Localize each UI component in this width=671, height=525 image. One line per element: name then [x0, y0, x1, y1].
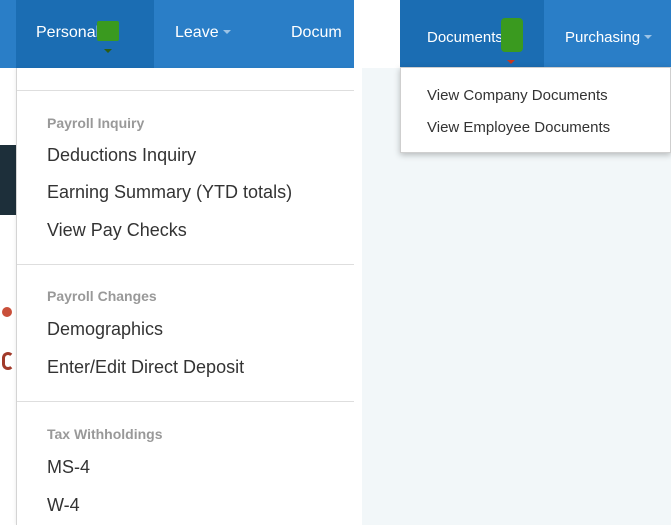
menu-item-enter-edit-direct-deposit[interactable]: Enter/Edit Direct Deposit — [47, 357, 244, 378]
nav-tab-label: Leave — [175, 24, 219, 41]
right-screenshot: Documents Purchasing View Company Docume… — [362, 0, 671, 525]
left-screenshot: Personal Leave Docum Payroll Inquiry Ded… — [0, 0, 354, 525]
nav-tab-label: Docum — [291, 24, 342, 41]
nav-tab-label: Personal — [36, 24, 100, 41]
nav-tab-documents[interactable]: Docum — [291, 0, 342, 68]
caret-down-icon — [644, 35, 653, 40]
menu-divider — [17, 401, 354, 402]
caret-down-icon — [222, 29, 231, 34]
menu-divider — [17, 90, 354, 91]
top-navbar: Personal Leave Docum — [0, 0, 354, 68]
menu-item-view-employee-documents[interactable]: View Employee Documents — [427, 119, 610, 136]
menu-item-deductions-inquiry[interactable]: Deductions Inquiry — [47, 145, 196, 166]
background-red-glyph — [2, 352, 14, 370]
menu-divider — [17, 264, 354, 265]
caret-down-icon — [506, 60, 515, 65]
nav-tab-purchasing[interactable]: Purchasing — [565, 0, 653, 67]
menu-item-view-company-documents[interactable]: View Company Documents — [427, 87, 608, 104]
menu-item-view-pay-checks[interactable]: View Pay Checks — [47, 220, 187, 241]
nav-tab-personal[interactable]: Personal — [16, 0, 154, 68]
menu-section-header-payroll-changes: Payroll Changes — [47, 288, 157, 304]
caret-down-icon — [104, 48, 113, 53]
green-highlight-marker — [500, 18, 523, 65]
menu-section-header-tax-withholdings: Tax Withholdings — [47, 426, 163, 442]
green-highlight-marker — [97, 20, 120, 53]
menu-item-w-4[interactable]: W-4 — [47, 495, 80, 516]
background-dark-block — [0, 145, 16, 215]
nav-tab-label: Documents — [427, 29, 503, 46]
top-navbar: Documents Purchasing — [400, 0, 671, 67]
nav-tab-label: Purchasing — [565, 29, 641, 46]
nav-tab-documents[interactable]: Documents — [400, 0, 544, 67]
personal-dropdown-menu: Payroll Inquiry Deductions Inquiry Earni… — [16, 68, 354, 525]
menu-item-demographics[interactable]: Demographics — [47, 319, 163, 340]
nav-tab-leave[interactable]: Leave — [175, 0, 231, 68]
menu-item-earning-summary[interactable]: Earning Summary (YTD totals) — [47, 182, 292, 203]
background-red-dot — [2, 307, 12, 317]
menu-item-ms-4[interactable]: MS-4 — [47, 457, 90, 478]
documents-dropdown-menu: View Company Documents View Employee Doc… — [400, 67, 671, 153]
menu-section-header-payroll-inquiry: Payroll Inquiry — [47, 115, 145, 131]
